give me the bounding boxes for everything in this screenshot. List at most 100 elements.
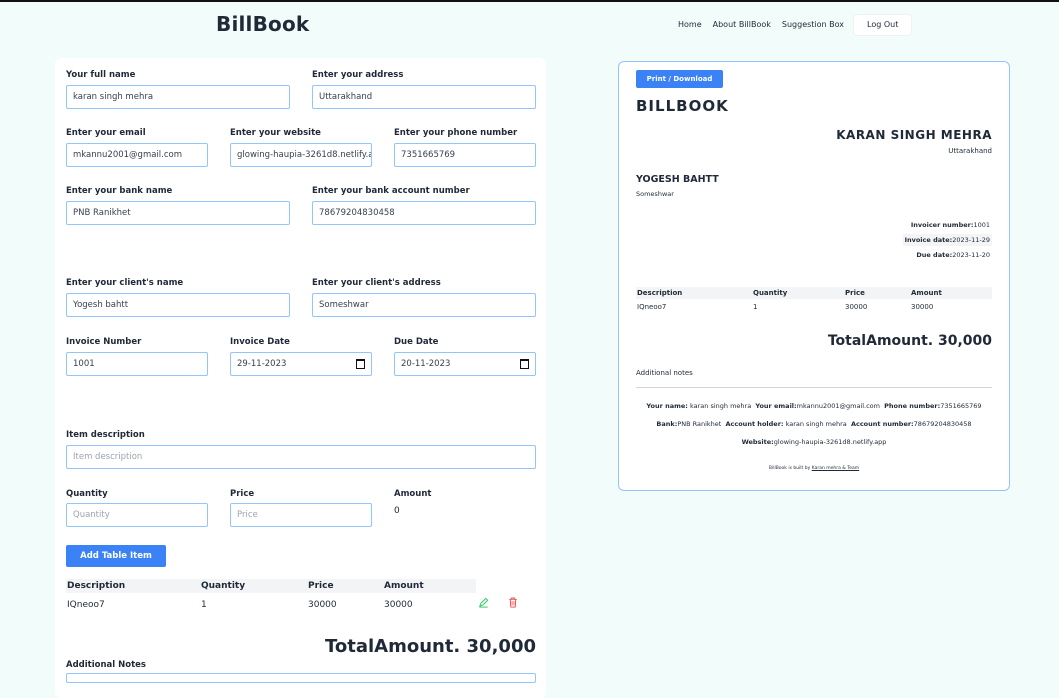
additional-notes-label: Additional Notes (66, 660, 146, 670)
preview-due-date: Due date:2023-11-20 (914, 249, 992, 261)
due-date-label: Due Date (394, 337, 439, 347)
footer-value: karan singh mehra (689, 402, 752, 410)
row-description: IQneoo7 (637, 303, 667, 311)
total-amount: TotalAmount. 30,000 (324, 636, 536, 657)
row-price: 30000 (308, 600, 337, 610)
add-table-item-button[interactable]: Add Table Item (66, 545, 166, 567)
bank-name-input[interactable]: PNB Ranikhet (66, 201, 290, 225)
footer-value: glowing-haupia-3261d8.netlify.app (773, 438, 887, 446)
meta-value: 2023-11-20 (952, 251, 990, 259)
invoice-date-input[interactable]: 29-11-2023 (230, 352, 372, 376)
item-description-label: Item description (66, 430, 145, 440)
trash-icon[interactable] (508, 597, 518, 608)
nav-home[interactable]: Home (678, 14, 702, 36)
footer-label: Phone number: (884, 402, 941, 410)
invoice-number-input[interactable]: 1001 (66, 352, 208, 376)
phone-label: Enter your phone number (394, 128, 518, 138)
phone-input[interactable]: 7351665769 (394, 143, 536, 167)
website-label: Enter your website (230, 128, 321, 138)
full-name-input[interactable]: karan singh mehra (66, 85, 290, 109)
website-input[interactable]: glowing-haupia-3261d8.netlify.a (230, 143, 372, 167)
preview-total-amount: TotalAmount. 30,000 (827, 333, 992, 349)
col-price: Price (845, 289, 865, 297)
invoice-preview: Print / Download BILLBOOK KARAN SINGH ME… (618, 61, 1010, 491)
preview-footer-line-3: Website:glowing-haupia-3261d8.netlify.ap… (619, 438, 1009, 446)
address-label: Enter your address (312, 70, 404, 80)
email-label: Enter your email (66, 128, 146, 138)
footer-value: 7351665769 (940, 402, 982, 410)
preview-title: BILLBOOK (636, 97, 729, 115)
amount-value: 0 (394, 506, 400, 516)
col-description: Description (67, 581, 126, 591)
calendar-icon[interactable] (356, 359, 365, 369)
logout-button[interactable]: Log Out (854, 15, 912, 35)
email-input[interactable]: mkannu2001@gmail.com (66, 143, 208, 167)
invoice-date-value: 29-11-2023 (237, 359, 287, 369)
footer-label: Bank: (656, 420, 678, 428)
row-quantity: 1 (201, 600, 207, 610)
row-amount: 30000 (384, 600, 413, 610)
row-price: 30000 (845, 303, 868, 311)
bank-account-input[interactable]: 78679204830458 (312, 201, 536, 225)
footer-value: 78679204830458 (913, 420, 972, 428)
nav-suggestion-box[interactable]: Suggestion Box (782, 14, 844, 36)
preview-notes: Additional notes (636, 369, 693, 377)
items-table-header: Description Quantity Price Amount (66, 579, 476, 593)
col-price: Price (308, 581, 334, 591)
bank-account-label: Enter your bank account number (312, 186, 470, 196)
price-label: Price (230, 489, 255, 499)
preview-footer-line-2: Bank:PNB Ranikhet Account holder: karan … (619, 420, 1009, 428)
col-quantity: Quantity (201, 581, 246, 591)
preview-client-name: YOGESH BAHTT (636, 174, 719, 185)
preview-invoice-date: Invoice date:2023-11-29 (902, 234, 992, 246)
quantity-label: Quantity (66, 489, 108, 499)
edit-icon[interactable] (478, 597, 489, 608)
meta-value: 1001 (973, 221, 990, 229)
footer-label: Your email: (755, 402, 797, 410)
client-name-input[interactable]: Yogesh bahtt (66, 293, 290, 317)
preview-invoice-number: Invoicer number:1001 (909, 219, 992, 231)
footer-label: Account holder: (725, 420, 784, 428)
preview-credit: BillBook is built by Karan mehra & Team (619, 466, 1009, 471)
row-quantity: 1 (753, 303, 758, 311)
due-date-input[interactable]: 20-11-2023 (394, 352, 536, 376)
col-description: Description (637, 289, 683, 297)
client-address-input[interactable]: Someshwar (312, 293, 536, 317)
bank-name-label: Enter your bank name (66, 186, 173, 196)
preview-name: KARAN SINGH MEHRA (836, 128, 992, 142)
preview-table-header: Description Quantity Price Amount (636, 287, 992, 299)
col-quantity: Quantity (753, 289, 788, 297)
preview-footer-line-1: Your name: karan singh mehra Your email:… (619, 402, 1009, 410)
brand-logo[interactable]: BillBook (216, 12, 309, 36)
preview-client-address: Someshwar (636, 190, 674, 198)
full-name-label: Your full name (66, 70, 136, 80)
footer-value: karan singh mehra (785, 420, 847, 428)
footer-label: Your name: (646, 402, 688, 410)
col-amount: Amount (911, 289, 942, 297)
table-row: IQneoo7 1 30000 30000 (636, 301, 992, 313)
calendar-icon[interactable] (520, 359, 529, 369)
top-nav: Home About BillBook Suggestion Box Log O… (678, 14, 922, 36)
footer-label: Website: (741, 438, 774, 446)
quantity-input[interactable]: Quantity (66, 503, 208, 527)
item-description-input[interactable]: Item description (66, 445, 536, 469)
price-input[interactable]: Price (230, 503, 372, 527)
row-description: IQneoo7 (67, 600, 105, 610)
meta-label: Invoicer number: (910, 221, 974, 229)
invoice-date-label: Invoice Date (230, 337, 290, 347)
due-date-value: 20-11-2023 (401, 359, 451, 369)
footer-value: PNB Ranikhet (677, 420, 722, 428)
credit-text: BillBook is built by (768, 466, 811, 471)
meta-label: Due date: (916, 251, 953, 259)
additional-notes-input[interactable] (66, 673, 536, 683)
divider (636, 387, 992, 388)
amount-label: Amount (394, 489, 432, 499)
invoice-number-label: Invoice Number (66, 337, 142, 347)
footer-value: mkannu2001@gmail.com (796, 402, 880, 410)
preview-address: Uttarakhand (948, 147, 992, 155)
address-input[interactable]: Uttarakhand (312, 85, 536, 109)
print-download-button[interactable]: Print / Download (636, 70, 723, 88)
credit-link[interactable]: Karan mehra & Team (812, 466, 859, 471)
nav-about[interactable]: About BillBook (713, 14, 771, 36)
client-address-label: Enter your client's address (312, 278, 441, 288)
